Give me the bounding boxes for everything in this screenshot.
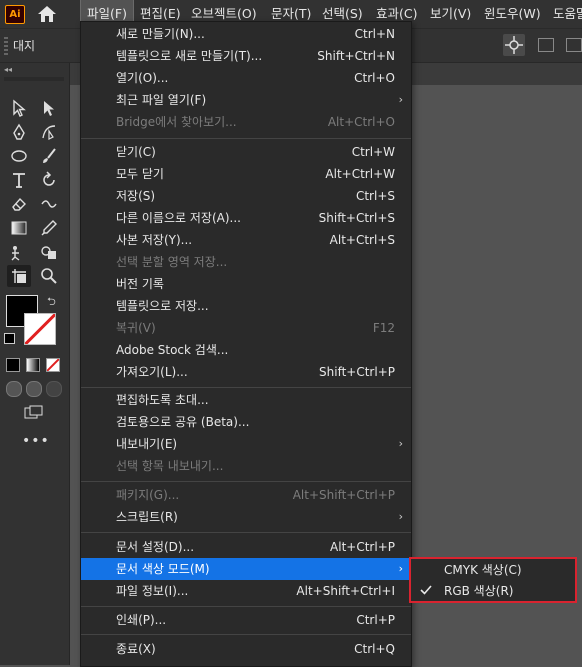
grip-handle[interactable] bbox=[4, 37, 8, 55]
menu-item-invite-to-edit[interactable]: 편집하도록 초대... bbox=[81, 389, 411, 411]
menu-item-new-from-template[interactable]: 템플릿으로 새로 만들기(T)... Shift+Ctrl+N bbox=[81, 45, 411, 67]
menu-item-place[interactable]: 가져오기(L)... Shift+Ctrl+P bbox=[81, 361, 411, 383]
menu-item-save-as-template[interactable]: 템플릿으로 저장... bbox=[81, 295, 411, 317]
shape-builder-tool-icon[interactable] bbox=[37, 241, 61, 263]
submenu-arrow-icon: › bbox=[398, 437, 403, 450]
eraser-tool-icon[interactable] bbox=[7, 193, 31, 215]
menu-item-export-selection: 선택 항목 내보내기... bbox=[116, 459, 224, 473]
draw-normal-icon[interactable] bbox=[6, 381, 22, 397]
menu-item-open-recent[interactable]: 최근 파일 열기(F) › bbox=[81, 89, 411, 111]
menu-separator bbox=[81, 481, 411, 482]
submenu-arrow-icon: › bbox=[398, 562, 403, 575]
swap-fill-stroke-icon[interactable]: ⮌ bbox=[47, 293, 56, 312]
none-mode-icon[interactable] bbox=[46, 358, 60, 372]
puppet-warp-tool-icon[interactable] bbox=[7, 241, 31, 263]
menu-item-save[interactable]: 저장(S) Ctrl+S bbox=[81, 185, 411, 207]
paintbrush-tool-icon[interactable] bbox=[37, 145, 61, 167]
menu-separator bbox=[81, 634, 411, 635]
illustrator-logo: Ai bbox=[5, 5, 25, 24]
artboard-label: 대지 bbox=[13, 39, 36, 53]
ellipse-tool-icon[interactable] bbox=[7, 145, 31, 167]
transform-panel-icon[interactable] bbox=[566, 38, 582, 52]
direct-selection-tool-icon[interactable] bbox=[37, 97, 61, 119]
menu-item-document-color-mode[interactable]: 문서 색상 모드(M) › bbox=[81, 558, 411, 580]
menu-view[interactable]: 보기(V) bbox=[430, 0, 471, 28]
file-menu: 새로 만들기(N)... Ctrl+N 템플릿으로 새로 만들기(T)... Shi… bbox=[80, 21, 412, 667]
menu-item-revert: 복귀(V) F12 bbox=[116, 321, 395, 335]
menu-item-export[interactable]: 내보내기(E) › bbox=[81, 433, 411, 455]
menu-item-close-all[interactable]: 모두 닫기 Alt+Ctrl+W bbox=[81, 163, 411, 185]
color-mode-submenu: CMYK 색상(C) RGB 색상(R) bbox=[409, 557, 577, 603]
color-mode-icon[interactable] bbox=[6, 358, 20, 372]
menu-item-version-history[interactable]: 버전 기록 bbox=[81, 273, 411, 295]
menu-separator bbox=[81, 138, 411, 139]
draw-inside-icon[interactable] bbox=[46, 381, 62, 397]
menu-item-save-as[interactable]: 다른 이름으로 저장(A)... Shift+Ctrl+S bbox=[81, 207, 411, 229]
home-icon[interactable] bbox=[37, 5, 57, 23]
menu-item-file-info[interactable]: 파일 정보(I)... Alt+Shift+Ctrl+I bbox=[81, 580, 411, 602]
submenu-item-cmyk[interactable]: CMYK 색상(C) bbox=[411, 559, 575, 581]
artboard-options-icon[interactable] bbox=[503, 34, 525, 56]
menu-window[interactable]: 윈도우(W) bbox=[484, 0, 541, 28]
collapse-panel-icon[interactable]: ◂◂ bbox=[4, 65, 12, 74]
submenu-arrow-icon: › bbox=[398, 510, 403, 523]
menu-item-search-adobe-stock[interactable]: Adobe Stock 검색... bbox=[81, 339, 411, 361]
menu-item-save-selected-slices: 선택 분할 영역 저장... bbox=[116, 255, 228, 269]
warp-tool-icon[interactable] bbox=[37, 193, 61, 215]
menu-help[interactable]: 도움말 bbox=[553, 0, 582, 28]
menu-item-print[interactable]: 인쇄(P)... Ctrl+P bbox=[81, 609, 411, 631]
menu-item-scripts[interactable]: 스크립트(R) › bbox=[81, 506, 411, 528]
submenu-item-rgb[interactable]: RGB 색상(R) bbox=[411, 580, 575, 602]
checkmark-icon bbox=[420, 585, 432, 595]
menu-item-share-for-review[interactable]: 검토용으로 공유 (Beta)... bbox=[81, 411, 411, 433]
type-tool-icon[interactable] bbox=[7, 169, 31, 191]
rotate-tool-icon[interactable] bbox=[37, 169, 61, 191]
menu-separator bbox=[81, 387, 411, 388]
default-fill-stroke-icon[interactable] bbox=[4, 333, 15, 344]
selection-tool-icon[interactable] bbox=[7, 97, 31, 119]
draw-behind-icon[interactable] bbox=[26, 381, 42, 397]
pen-tool-icon[interactable] bbox=[7, 121, 31, 143]
panel-drag-handle[interactable] bbox=[4, 77, 64, 81]
stroke-color-swatch[interactable] bbox=[24, 313, 56, 345]
menu-item-exit[interactable]: 종료(X) Ctrl+Q bbox=[81, 638, 411, 660]
screen-mode-icon[interactable] bbox=[24, 405, 44, 419]
curvature-tool-icon[interactable] bbox=[37, 121, 61, 143]
submenu-arrow-icon: › bbox=[398, 93, 403, 106]
menu-separator bbox=[81, 532, 411, 533]
menu-item-new[interactable]: 새로 만들기(N)... Ctrl+N bbox=[81, 23, 411, 45]
menu-item-save-copy[interactable]: 사본 저장(Y)... Alt+Ctrl+S bbox=[81, 229, 411, 251]
menu-separator bbox=[81, 606, 411, 607]
menu-item-close[interactable]: 닫기(C) Ctrl+W bbox=[81, 141, 411, 163]
menu-item-package: 패키지(G)... Alt+Shift+Ctrl+P bbox=[116, 488, 395, 502]
eyedropper-tool-icon[interactable] bbox=[37, 217, 61, 239]
menu-item-open[interactable]: 열기(O)... Ctrl+O bbox=[81, 67, 411, 89]
menu-item-document-setup[interactable]: 문서 설정(D)... Alt+Ctrl+P bbox=[81, 536, 411, 558]
artboard-tool-icon[interactable] bbox=[7, 265, 31, 287]
align-panel-icon[interactable] bbox=[538, 38, 554, 52]
gradient-tool-icon[interactable] bbox=[7, 217, 31, 239]
tools-panel: ◂◂ ⮌ ••• bbox=[0, 63, 70, 665]
zoom-tool-icon[interactable] bbox=[37, 265, 61, 287]
menu-item-browse-bridge: Bridge에서 찾아보기... Alt+Ctrl+O bbox=[116, 115, 395, 129]
edit-toolbar-icon[interactable]: ••• bbox=[22, 433, 50, 449]
gradient-mode-icon[interactable] bbox=[26, 358, 40, 372]
